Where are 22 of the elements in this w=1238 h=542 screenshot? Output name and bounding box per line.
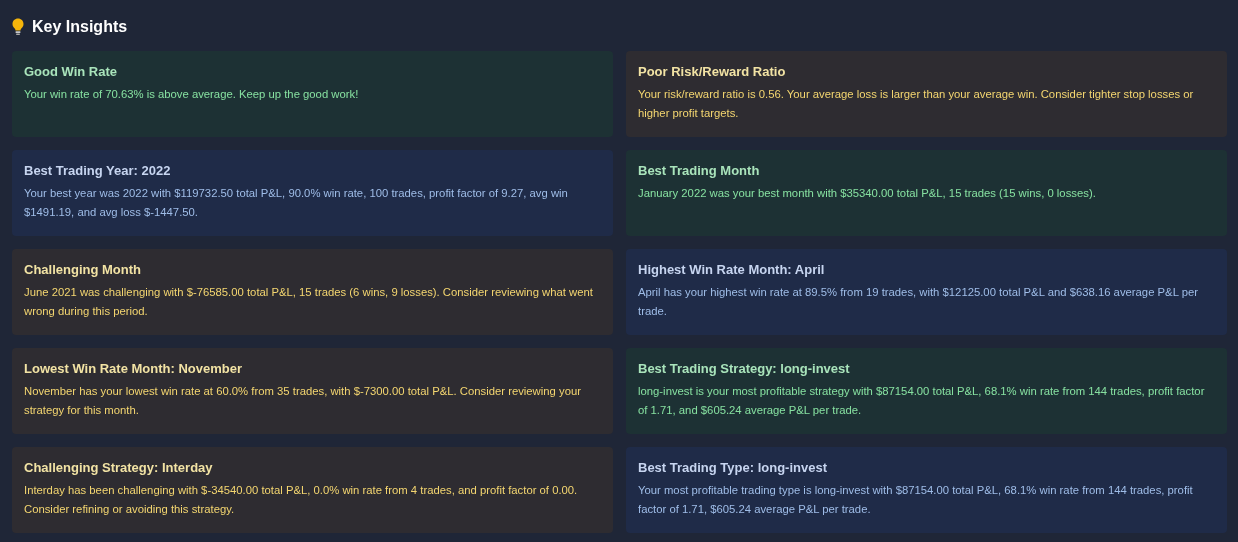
insight-title: Lowest Win Rate Month: November <box>24 361 243 376</box>
insight-text: Your win rate of 70.63% is above average. Keep up the good work! <box>24 87 360 102</box>
insight-title: Best Trading Type: long-invest <box>638 460 828 475</box>
insight-text: Your risk/reward ratio is 0.56. Your average loss is larger than your average win. Consider tighter stop losses or higher profit targets. <box>638 87 1195 121</box>
insight-text: April has your highest win rate at 89.5% from 19 trades, with $12125.00 total P&L and $638.16 average P&L per trade. <box>638 285 1199 319</box>
insight-text: January 2022 was your best month with $35340.00 total P&L, 15 trades (15 wins, 0 losses). <box>638 186 1097 201</box>
insight-text: Interday has been challenging with $-34540.00 total P&L, 0.0% win rate from 4 trades, and profit factor of 0.00. Consider refining or avoiding this strategy. <box>24 483 579 517</box>
insight-text: June 2021 was challenging with $-76585.00 total P&L, 15 trades (6 wins, 9 losses). Consider reviewing what went wrong during this period. <box>24 285 594 319</box>
insight-text: Your most profitable trading type is long-invest with $87154.00 total P&L, 68.1% win rate from 144 trades, profit factor of 1.71, $605.24 average P&L per trade. <box>638 483 1194 517</box>
insight-text: Your best year was 2022 with $119732.50 total P&L, 90.0% win rate, 100 trades, profit factor of 9.27, avg win $1491.19, and avg loss $-1447.50. <box>24 186 569 220</box>
section-title: Key Insights <box>32 18 128 36</box>
insight-title: Best Trading Year: 2022 <box>24 163 172 178</box>
insight-title: Highest Win Rate Month: April <box>638 262 826 277</box>
insight-title: Challenging Month <box>24 262 142 277</box>
insight-title: Best Trading Strategy: long-invest <box>638 361 851 376</box>
insight-text: November has your lowest win rate at 60.0% from 35 trades, with $-7300.00 total P&L. Consider reviewing your strategy for this month. <box>24 384 582 418</box>
insight-title: Challenging Strategy: Interday <box>24 460 214 475</box>
lightbulb-icon <box>12 18 24 36</box>
insight-title: Good Win Rate <box>24 64 119 79</box>
insight-text: long-invest is your most profitable strategy with $87154.00 total P&L, 68.1% win rate from 144 trades, profit factor of 1.71, and $605.24 average P&L per trade. <box>638 384 1206 418</box>
insight-title: Best Trading Month <box>638 163 761 178</box>
insight-title: Poor Risk/Reward Ratio <box>638 64 787 79</box>
